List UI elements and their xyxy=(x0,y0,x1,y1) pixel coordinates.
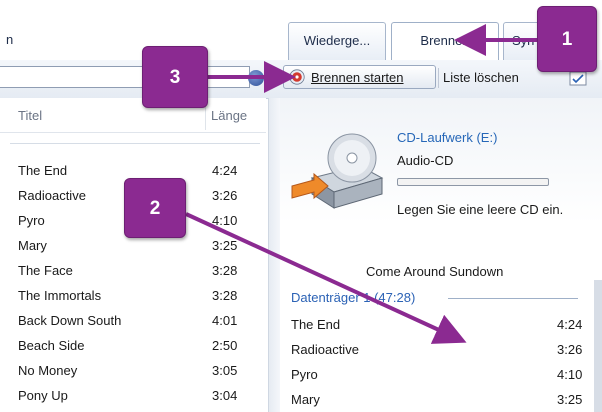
table-row[interactable]: Back Down South 4:01 xyxy=(0,308,268,333)
table-row[interactable]: Pyro 4:10 xyxy=(280,362,602,387)
start-burn-label: Brennen starten xyxy=(311,70,404,85)
table-row[interactable]: The End 4:24 xyxy=(280,312,602,337)
table-row[interactable]: Beach Side 2:50 xyxy=(0,333,268,358)
track-length: 3:25 xyxy=(557,392,583,407)
track-length: 4:24 xyxy=(557,317,583,332)
disc-group-line xyxy=(448,298,578,299)
callout-step-3: 3 xyxy=(142,46,208,108)
table-row[interactable]: Radioactive 3:26 xyxy=(280,337,602,362)
tab-playback[interactable]: Wiederge... xyxy=(288,22,386,60)
track-title: Radioactive xyxy=(18,188,86,203)
track-length: 3:28 xyxy=(212,288,238,303)
track-length: 3:26 xyxy=(212,188,238,203)
table-row[interactable]: No Money 3:05 xyxy=(0,358,268,383)
callout-step-2: 2 xyxy=(124,178,186,238)
burn-list-album-title: Come Around Sundown xyxy=(366,264,504,279)
clear-list-button[interactable]: Liste löschen xyxy=(443,70,519,85)
track-length: 4:01 xyxy=(212,313,238,328)
burn-disc-icon xyxy=(289,69,305,85)
track-length: 2:50 xyxy=(212,338,238,353)
track-title: No Money xyxy=(18,363,78,378)
track-title: Mary xyxy=(291,392,320,407)
insert-disc-hint: Legen Sie eine leere CD ein. xyxy=(397,202,564,217)
burn-progress-bar xyxy=(397,178,549,186)
burn-list-scrollbar[interactable] xyxy=(594,280,602,412)
list-divider xyxy=(10,143,260,144)
track-title: The Immortals xyxy=(18,288,102,303)
track-length: 3:28 xyxy=(212,263,238,278)
table-row[interactable]: The Immortals 3:28 xyxy=(0,283,268,308)
column-header-length[interactable]: Länge xyxy=(211,108,247,123)
track-title: The End xyxy=(18,163,68,178)
disc-type: Audio-CD xyxy=(397,153,454,168)
track-length: 3:05 xyxy=(212,363,238,378)
table-row[interactable]: Pony Up 3:04 xyxy=(0,383,268,408)
table-row[interactable]: Mary 3:25 xyxy=(280,387,602,412)
track-title: Mary xyxy=(18,238,47,253)
track-length: 3:25 xyxy=(212,238,238,253)
drive-label[interactable]: CD-Laufwerk (E:) xyxy=(397,130,497,145)
callout-step-1: 1 xyxy=(537,6,597,72)
track-length: 4:10 xyxy=(212,213,238,228)
track-length: 3:04 xyxy=(212,388,238,403)
track-title: Beach Side xyxy=(18,338,85,353)
toolbar-separator xyxy=(438,68,439,88)
track-title: Pony Up xyxy=(18,388,68,403)
window-title-fragment: n xyxy=(6,32,14,47)
track-title: Pyro xyxy=(291,367,318,382)
search-input[interactable] xyxy=(0,66,250,88)
track-title: The End xyxy=(291,317,341,332)
disc-group-header[interactable]: Datenträger 1 (47:28) xyxy=(291,290,415,305)
column-header-title[interactable]: Titel xyxy=(18,108,42,123)
start-burn-button[interactable]: Brennen starten xyxy=(283,65,436,89)
track-title: Pyro xyxy=(18,213,45,228)
search-icon[interactable] xyxy=(248,70,264,86)
tab-burn[interactable]: Brennen xyxy=(391,22,499,60)
track-title: Radioactive xyxy=(291,342,359,357)
cd-drive-icon xyxy=(291,133,384,209)
table-row[interactable]: The Face 3:28 xyxy=(0,258,268,283)
track-length: 3:26 xyxy=(557,342,583,357)
track-title: Back Down South xyxy=(18,313,122,328)
track-length: 4:10 xyxy=(557,367,583,382)
track-title: The Face xyxy=(18,263,73,278)
track-length: 4:24 xyxy=(212,163,238,178)
